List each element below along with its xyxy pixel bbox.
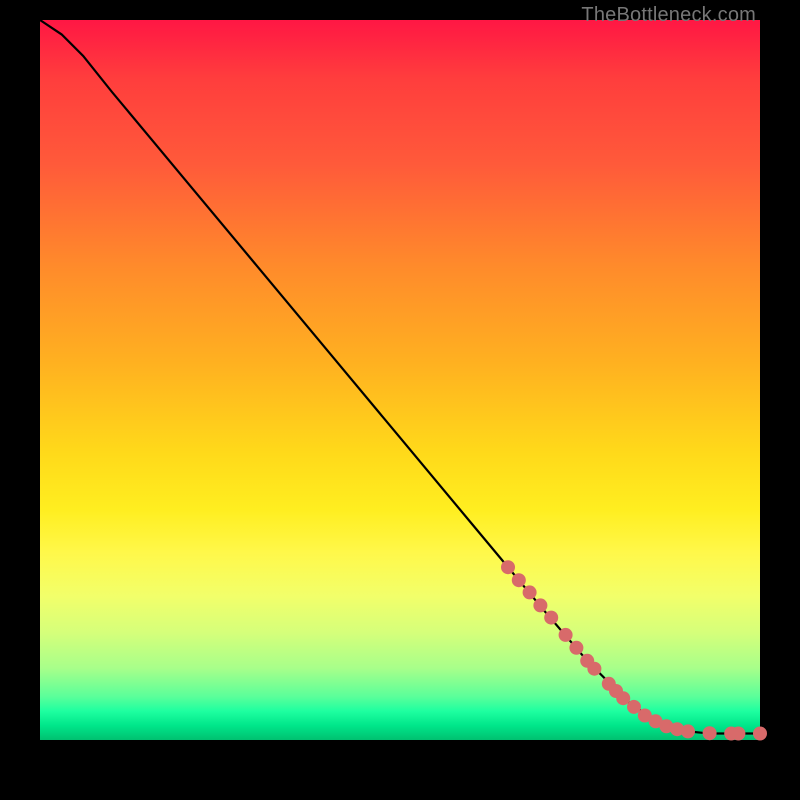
marker-point xyxy=(587,662,601,676)
marker-point xyxy=(681,724,695,738)
marker-point xyxy=(544,611,558,625)
plot-area xyxy=(40,20,760,740)
marker-group xyxy=(501,560,767,740)
bottleneck-curve xyxy=(40,20,760,734)
marker-point xyxy=(523,585,537,599)
marker-point xyxy=(569,641,583,655)
plot-svg xyxy=(40,20,760,740)
marker-point xyxy=(512,573,526,587)
marker-point xyxy=(703,726,717,740)
marker-point xyxy=(559,628,573,642)
chart-stage: TheBottleneck.com xyxy=(0,0,800,800)
marker-point xyxy=(533,598,547,612)
marker-point xyxy=(616,691,630,705)
marker-point xyxy=(731,727,745,741)
marker-point xyxy=(501,560,515,574)
marker-point xyxy=(753,727,767,741)
watermark-text: TheBottleneck.com xyxy=(581,4,756,27)
